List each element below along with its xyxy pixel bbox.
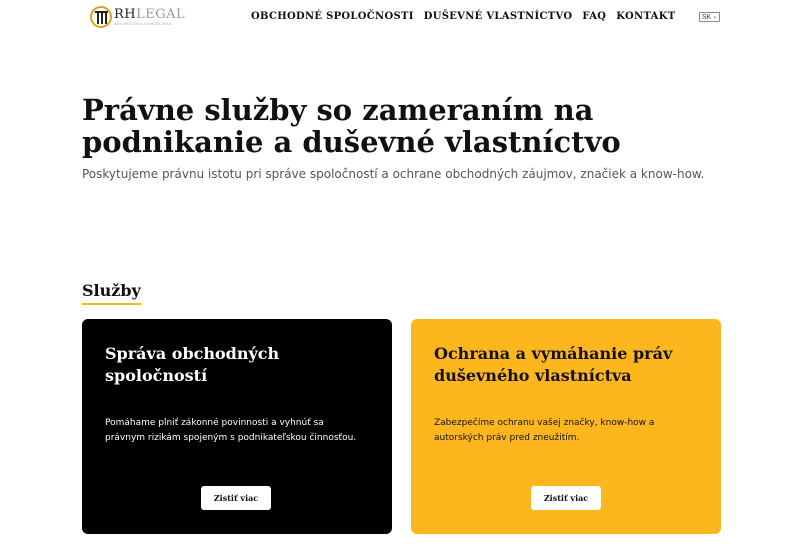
learn-more-button[interactable]: Zistiť viac	[531, 486, 601, 510]
learn-more-button[interactable]: Zistiť viac	[201, 486, 271, 510]
hero-subtitle: Poskytujeme právnu istotu pri správe spo…	[82, 167, 705, 181]
logo-tagline: ADVOKÁTSKA KANCELÁRIA	[114, 21, 172, 26]
logo-name-main: RH	[114, 7, 137, 22]
main-nav: OBCHODNÉ SPOLOČNOSTI DUŠEVNÉ VLASTNÍCTVO…	[251, 11, 675, 22]
logo-name: RHLEGAL	[114, 8, 185, 21]
logo[interactable]: RHLEGAL ADVOKÁTSKA KANCELÁRIA	[90, 6, 185, 28]
nav-faq[interactable]: FAQ	[582, 11, 606, 22]
language-select[interactable]: SK ⌄	[699, 12, 721, 22]
nav-obchodne-spolocnosti[interactable]: OBCHODNÉ SPOLOČNOSTI	[251, 11, 414, 22]
card-text: Zabezpečíme ochranu vašej značky, know-h…	[434, 418, 655, 443]
services-title: Služby	[82, 281, 141, 305]
chevron-down-icon: ⌄	[712, 14, 718, 20]
logo-name-light: LEGAL	[136, 7, 186, 22]
language-selected: SK	[702, 13, 712, 21]
card-title: Správa obchodných spoločností	[105, 344, 280, 385]
pillar-logo-icon	[90, 6, 112, 28]
card-text: Pomáhame plniť zákonné povinnosti a vyhn…	[105, 418, 357, 443]
hero-title: Právne služby so zameraním na podnikanie…	[82, 93, 621, 159]
nav-kontakt[interactable]: KONTAKT	[616, 11, 675, 22]
nav-dusevne-vlastnictvo[interactable]: DUŠEVNÉ VLASTNÍCTVO	[424, 11, 573, 22]
site-header: RHLEGAL ADVOKÁTSKA KANCELÁRIA OBCHODNÉ S…	[0, 0, 800, 36]
logo-text: RHLEGAL ADVOKÁTSKA KANCELÁRIA	[114, 8, 185, 26]
card-title: Ochrana a vymáhanie práv duševného vlast…	[434, 344, 673, 385]
service-card-ip: Ochrana a vymáhanie práv duševného vlast…	[411, 319, 721, 534]
service-card-companies: Správa obchodných spoločností Pomáhame p…	[82, 319, 392, 534]
